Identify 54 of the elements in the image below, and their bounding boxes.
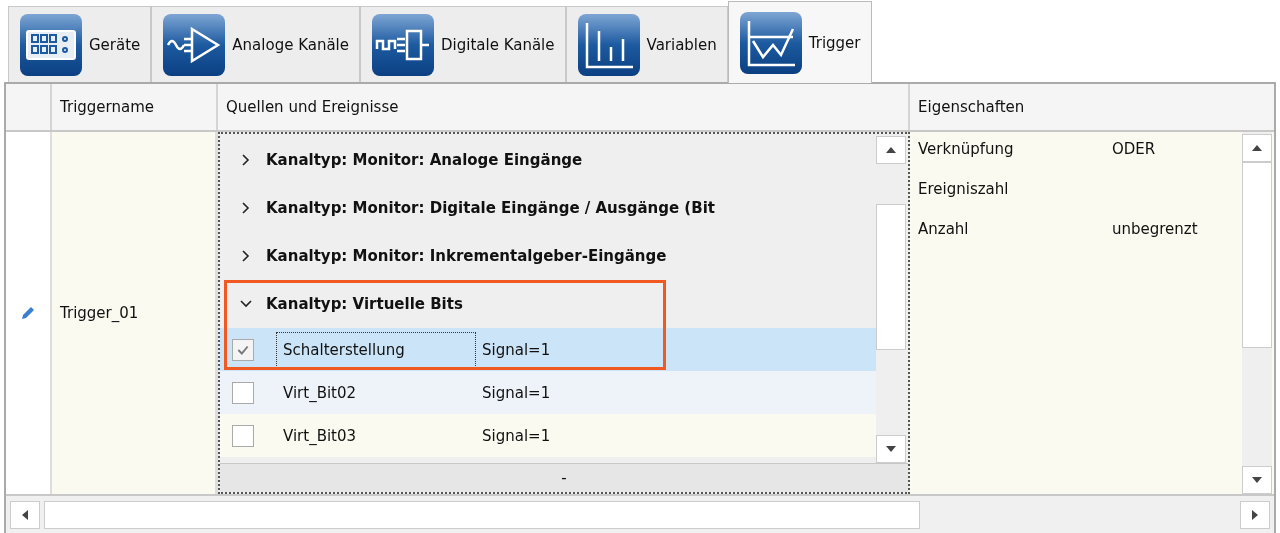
scroll-up-button[interactable] bbox=[1242, 134, 1272, 162]
column-header[interactable]: Quellen und Ereignisse bbox=[218, 84, 910, 130]
column-header[interactable]: Eigenschaften bbox=[910, 84, 1274, 130]
line-chart-icon bbox=[738, 10, 803, 75]
list-row[interactable]: Schalterstellung Signal=1 bbox=[220, 328, 876, 371]
chevron-right-icon bbox=[240, 202, 252, 214]
property-value: unbegrenzt bbox=[1112, 220, 1198, 238]
signal-name: Virt_Bit02 bbox=[282, 382, 358, 404]
scrollbar-thumb[interactable] bbox=[876, 204, 906, 350]
checkbox[interactable] bbox=[232, 381, 254, 404]
scrollbar-thumb[interactable] bbox=[44, 500, 920, 529]
property-label: Verknüpfung bbox=[918, 140, 1015, 158]
scroll-up-button[interactable] bbox=[876, 136, 906, 164]
triangle-left-icon bbox=[22, 509, 28, 520]
list-row[interactable]: Virt_Bit03 Signal=1 bbox=[220, 414, 876, 457]
triangle-up-icon bbox=[886, 147, 896, 153]
horizontal-scrollbar[interactable] bbox=[6, 494, 1274, 533]
property-label: Anzahl bbox=[918, 220, 970, 238]
chevron-down-icon bbox=[240, 298, 252, 310]
checkbox[interactable] bbox=[232, 424, 254, 447]
tab[interactable]: Variablen bbox=[565, 6, 728, 82]
connector-icon bbox=[371, 12, 435, 77]
scroll-down-button[interactable] bbox=[1242, 466, 1272, 494]
checkbox[interactable] bbox=[232, 338, 254, 361]
list-row[interactable]: Virt_Bit02 Signal=1 bbox=[220, 371, 876, 414]
chevron-right-icon bbox=[240, 154, 252, 166]
amplifier-icon bbox=[162, 12, 227, 77]
device-panel-icon bbox=[19, 12, 83, 77]
vertical-scrollbar[interactable] bbox=[876, 134, 906, 463]
triangle-down-icon bbox=[1252, 477, 1262, 483]
tab[interactable]: Geräte bbox=[8, 6, 152, 82]
column-header[interactable]: Triggername bbox=[52, 84, 218, 130]
scroll-left-button[interactable] bbox=[10, 500, 40, 529]
triangle-right-icon bbox=[1252, 509, 1258, 520]
vertical-scrollbar[interactable] bbox=[1242, 132, 1272, 494]
table-cell: Trigger_01 bbox=[52, 132, 218, 494]
scrollbar-thumb[interactable] bbox=[1242, 162, 1272, 348]
signal-name: Virt_Bit03 bbox=[282, 425, 358, 447]
property-label: Ereigniszahl bbox=[918, 180, 1010, 198]
triangle-down-icon bbox=[886, 446, 896, 452]
signal-condition: Signal=1 bbox=[482, 340, 551, 359]
signal-name: Schalterstellung bbox=[276, 331, 476, 368]
tab[interactable]: Analoge Kanäle bbox=[151, 6, 360, 82]
chevron-right-icon bbox=[240, 250, 252, 262]
triangle-up-icon bbox=[1252, 145, 1262, 151]
signal-condition: Signal=1 bbox=[482, 383, 551, 402]
property-value: ODER bbox=[1112, 140, 1156, 158]
tab[interactable]: Trigger bbox=[727, 1, 872, 83]
bar-chart-icon bbox=[576, 12, 641, 77]
scroll-down-button[interactable] bbox=[876, 435, 906, 463]
tab[interactable]: Digitale Kanäle bbox=[360, 6, 566, 82]
signal-condition: Signal=1 bbox=[482, 426, 551, 445]
scroll-right-button[interactable] bbox=[1240, 500, 1270, 529]
list-footer[interactable]: - bbox=[220, 463, 908, 492]
